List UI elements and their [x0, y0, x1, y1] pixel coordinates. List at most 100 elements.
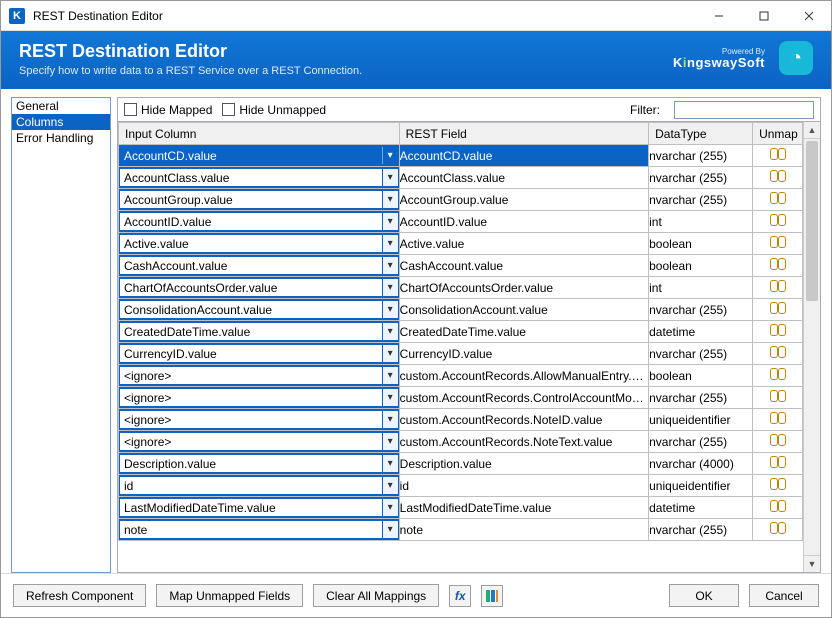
minimize-button[interactable] [696, 1, 741, 31]
map-unmapped-fields-button[interactable]: Map Unmapped Fields [156, 584, 303, 607]
table-row[interactable]: AccountCD.value▾AccountCD.valuenvarchar … [119, 145, 803, 167]
unmap-cell[interactable] [753, 387, 803, 409]
unmap-cell[interactable] [753, 167, 803, 189]
input-column-dropdown[interactable]: <ignore>▾ [118, 365, 400, 386]
input-column-value: ChartOfAccountsOrder.value [120, 281, 382, 295]
chevron-down-icon: ▾ [382, 323, 398, 340]
page-subtitle: Specify how to write data to a REST Serv… [19, 65, 673, 77]
input-column-dropdown[interactable]: CashAccount.value▾ [118, 255, 400, 276]
close-icon [804, 11, 814, 21]
hide-unmapped-checkbox[interactable]: Hide Unmapped [222, 103, 326, 117]
input-column-dropdown[interactable]: AccountID.value▾ [118, 211, 400, 232]
header-unmap[interactable]: Unmap [753, 123, 803, 145]
unmap-cell[interactable] [753, 431, 803, 453]
scroll-thumb[interactable] [806, 141, 818, 301]
filter-input[interactable] [674, 101, 814, 119]
ok-button[interactable]: OK [669, 584, 739, 607]
scroll-track[interactable] [804, 139, 820, 555]
unmap-cell[interactable] [753, 299, 803, 321]
rest-field-value: id [399, 475, 648, 497]
table-row[interactable]: ChartOfAccountsOrder.value▾ChartOfAccoun… [119, 277, 803, 299]
vertical-scrollbar[interactable]: ▲ ▼ [803, 122, 820, 572]
unmap-icon [770, 148, 786, 160]
sidebar-item-general[interactable]: General [12, 98, 110, 114]
input-column-dropdown[interactable]: id▾ [118, 475, 400, 496]
table-row[interactable]: CreatedDateTime.value▾CreatedDateTime.va… [119, 321, 803, 343]
input-column-value: <ignore> [120, 435, 382, 449]
titlebar: K REST Destination Editor [1, 1, 831, 31]
unmap-icon [770, 214, 786, 226]
unmap-cell[interactable] [753, 497, 803, 519]
table-row[interactable]: <ignore>▾custom.AccountRecords.AllowManu… [119, 365, 803, 387]
input-column-dropdown[interactable]: LastModifiedDateTime.value▾ [118, 497, 400, 518]
input-column-dropdown[interactable]: AccountClass.value▾ [118, 167, 400, 188]
unmap-cell[interactable] [753, 189, 803, 211]
unmap-cell[interactable] [753, 409, 803, 431]
input-column-dropdown[interactable]: CurrencyID.value▾ [118, 343, 400, 364]
unmap-cell[interactable] [753, 519, 803, 541]
input-column-dropdown[interactable]: <ignore>▾ [118, 387, 400, 408]
table-row[interactable]: <ignore>▾custom.AccountRecords.NoteText.… [119, 431, 803, 453]
table-row[interactable]: LastModifiedDateTime.value▾LastModifiedD… [119, 497, 803, 519]
table-row[interactable]: <ignore>▾custom.AccountRecords.NoteID.va… [119, 409, 803, 431]
maximize-button[interactable] [741, 1, 786, 31]
input-column-dropdown[interactable]: CreatedDateTime.value▾ [118, 321, 400, 342]
scroll-down-button[interactable]: ▼ [804, 555, 820, 572]
unmap-cell[interactable] [753, 343, 803, 365]
chevron-down-icon: ▾ [382, 367, 398, 384]
unmap-cell[interactable] [753, 233, 803, 255]
close-button[interactable] [786, 1, 831, 31]
unmap-cell[interactable] [753, 475, 803, 497]
input-column-dropdown[interactable]: ConsolidationAccount.value▾ [118, 299, 400, 320]
cancel-button[interactable]: Cancel [749, 584, 819, 607]
input-column-value: CreatedDateTime.value [120, 325, 382, 339]
table-row[interactable]: AccountID.value▾AccountID.valueint [119, 211, 803, 233]
sidebar-item-error-handling[interactable]: Error Handling [12, 130, 110, 146]
rest-field-value: custom.AccountRecords.NoteID.value [399, 409, 648, 431]
datatype-value: boolean [649, 233, 753, 255]
input-column-value: <ignore> [120, 391, 382, 405]
unmap-cell[interactable] [753, 145, 803, 167]
input-column-dropdown[interactable]: Active.value▾ [118, 233, 400, 254]
table-row[interactable]: ConsolidationAccount.value▾Consolidation… [119, 299, 803, 321]
scroll-up-button[interactable]: ▲ [804, 122, 820, 139]
unmap-icon [770, 236, 786, 248]
input-column-dropdown[interactable]: note▾ [118, 519, 400, 540]
unmap-cell[interactable] [753, 365, 803, 387]
input-column-dropdown[interactable]: AccountCD.value▾ [118, 145, 400, 166]
expression-editor-button[interactable]: fx [449, 585, 471, 607]
table-row[interactable]: id▾iduniqueidentifier [119, 475, 803, 497]
header-datatype[interactable]: DataType [649, 123, 753, 145]
sidebar-item-columns[interactable]: Columns [12, 114, 110, 130]
table-row[interactable]: AccountClass.value▾AccountClass.valuenva… [119, 167, 803, 189]
column-manager-button[interactable] [481, 585, 503, 607]
table-row[interactable]: AccountGroup.value▾AccountGroup.valuenva… [119, 189, 803, 211]
input-column-dropdown[interactable]: AccountGroup.value▾ [118, 189, 400, 210]
input-column-value: AccountID.value [120, 215, 382, 229]
input-column-dropdown[interactable]: Description.value▾ [118, 453, 400, 474]
input-column-dropdown[interactable]: <ignore>▾ [118, 409, 400, 430]
refresh-component-button[interactable]: Refresh Component [13, 584, 146, 607]
clear-all-mappings-button[interactable]: Clear All Mappings [313, 584, 439, 607]
unmap-cell[interactable] [753, 277, 803, 299]
rest-field-value: CashAccount.value [399, 255, 648, 277]
input-column-dropdown[interactable]: <ignore>▾ [118, 431, 400, 452]
chevron-down-icon: ▾ [382, 213, 398, 230]
table-row[interactable]: Description.value▾Description.valuenvarc… [119, 453, 803, 475]
table-row[interactable]: <ignore>▾custom.AccountRecords.ControlAc… [119, 387, 803, 409]
header-rest-field[interactable]: REST Field [399, 123, 648, 145]
chevron-down-icon: ▾ [382, 257, 398, 274]
table-row[interactable]: Active.value▾Active.valueboolean [119, 233, 803, 255]
input-column-dropdown[interactable]: ChartOfAccountsOrder.value▾ [118, 277, 400, 298]
unmap-icon [770, 412, 786, 424]
header-input-column[interactable]: Input Column [119, 123, 400, 145]
hide-mapped-checkbox[interactable]: Hide Mapped [124, 103, 212, 117]
unmap-cell[interactable] [753, 321, 803, 343]
table-row[interactable]: note▾notenvarchar (255) [119, 519, 803, 541]
unmap-cell[interactable] [753, 211, 803, 233]
chevron-down-icon: ▾ [382, 345, 398, 362]
table-row[interactable]: CurrencyID.value▾CurrencyID.valuenvarcha… [119, 343, 803, 365]
unmap-cell[interactable] [753, 453, 803, 475]
table-row[interactable]: CashAccount.value▾CashAccount.valueboole… [119, 255, 803, 277]
unmap-cell[interactable] [753, 255, 803, 277]
